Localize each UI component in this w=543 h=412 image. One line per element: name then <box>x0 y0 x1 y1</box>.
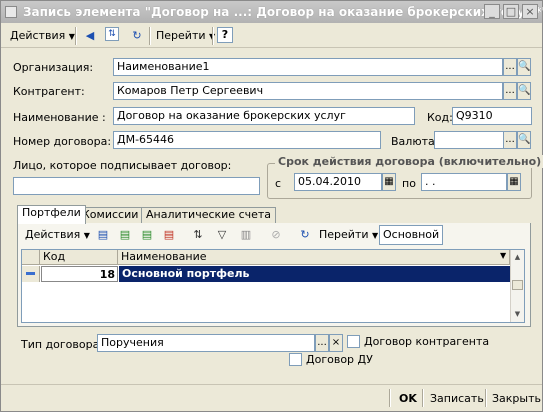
name-field[interactable]: Договор на оказание брокерских услуг <box>113 107 415 125</box>
scroll-down-icon[interactable]: ▼ <box>512 308 523 320</box>
from-label: с <box>275 177 282 190</box>
goto-icon[interactable]: ↻ <box>296 226 314 244</box>
filter-list-icon[interactable]: ▥ <box>237 226 255 244</box>
clear-filter-icon[interactable]: ⊘ <box>267 226 285 244</box>
contragent-contract-checkbox[interactable] <box>347 335 360 348</box>
from-date-field[interactable]: 05.04.2010 <box>294 173 382 191</box>
copy-row-icon[interactable]: ▤ <box>116 226 134 244</box>
scroll-up-icon[interactable]: ▲ <box>512 251 523 263</box>
contract-type-field[interactable]: Поручения <box>97 334 315 352</box>
scroll-thumb[interactable] <box>512 280 523 290</box>
row-marker <box>22 266 40 282</box>
signer-label: Лицо, которое подписывает договор: <box>13 159 232 172</box>
contract-type-label: Тип договора: <box>21 338 104 351</box>
actions-menu-label: Действия <box>10 29 66 42</box>
calendar-icon[interactable]: ▦ <box>382 173 396 191</box>
tab-portfolios[interactable]: Портфели <box>17 205 86 224</box>
goto-menu-label: Перейти <box>156 29 206 42</box>
select-organization-button[interactable]: ... <box>503 58 517 76</box>
code-label: Код: <box>427 111 453 124</box>
tab-analytic-accounts[interactable]: Аналитические счета <box>141 207 277 223</box>
window-title: Запись элемента "Договор на ...: Договор… <box>23 5 543 19</box>
refresh-icon[interactable]: ↻ <box>128 27 146 45</box>
dropdown-arrow-icon: ▼ <box>83 231 90 240</box>
select-contract-type-button[interactable]: ... <box>315 334 329 352</box>
search-icon[interactable]: 🔍 <box>517 131 531 149</box>
dialog-window: Запись элемента "Договор на ...: Договор… <box>0 0 543 412</box>
structure-icon[interactable]: ⇅ <box>105 27 119 41</box>
filter-icon[interactable]: ▽ <box>213 226 231 244</box>
toolbar-separator <box>75 27 77 45</box>
table-row[interactable]: 18 Основной портфель <box>22 266 524 282</box>
contract-number-label: Номер договора: <box>13 135 112 148</box>
sort-arrow-icon: ▼ <box>500 251 507 260</box>
ok-button[interactable]: OK <box>395 389 421 409</box>
add-row-icon[interactable]: ▤ <box>94 226 112 244</box>
contragent-contract-label: Договор контрагента <box>364 335 490 348</box>
select-currency-button[interactable]: ... <box>503 131 517 149</box>
organization-field[interactable]: Наименование1 <box>113 58 503 76</box>
signer-field[interactable] <box>13 177 260 195</box>
organization-label: Организация: <box>13 61 94 74</box>
grid-header-name[interactable]: Наименование <box>118 250 510 265</box>
row-code-cell[interactable]: 18 <box>41 266 118 282</box>
goto-menu[interactable]: Перейти ▼ <box>153 26 218 46</box>
title-bar[interactable]: Запись элемента "Договор на ...: Договор… <box>1 1 543 23</box>
grid-header-marker <box>22 250 40 265</box>
tab-commissions[interactable]: Комиссии <box>77 207 144 223</box>
tab-actions-menu[interactable]: Действия ▼ <box>22 225 93 245</box>
toolbar-separator <box>422 389 424 407</box>
help-icon[interactable]: ? <box>217 27 233 43</box>
toolbar-separator <box>389 389 391 407</box>
maximize-button[interactable]: □ <box>503 4 519 19</box>
search-icon[interactable]: 🔍 <box>517 82 531 100</box>
main-portfolio-button[interactable]: Основной <box>379 225 444 245</box>
to-label: по <box>402 177 416 190</box>
grid-header-code[interactable]: Код <box>40 250 118 265</box>
back-arrow-icon[interactable]: ◀ <box>81 27 99 45</box>
main-toolbar: Действия ▼ ◀ ⇅ ↻ Перейти ▼ ? <box>1 24 542 48</box>
code-field[interactable]: Q9310 <box>452 107 532 125</box>
contract-number-field[interactable]: ДМ-65446 <box>113 131 381 149</box>
delete-row-icon[interactable]: ▤ <box>160 226 178 244</box>
calendar-icon[interactable]: ▦ <box>507 173 521 191</box>
du-contract-checkbox[interactable] <box>289 353 302 366</box>
toolbar-separator <box>212 27 214 45</box>
save-button[interactable]: Записать <box>426 389 488 409</box>
dropdown-arrow-icon: ▼ <box>68 32 75 41</box>
close-button[interactable]: Закрыть <box>488 389 543 409</box>
to-date-field[interactable]: . . <box>421 173 507 191</box>
search-icon[interactable]: 🔍 <box>517 58 531 76</box>
close-window-button[interactable]: × <box>522 4 538 19</box>
sort-icon[interactable]: ⇅ <box>189 226 207 244</box>
row-type-icon <box>26 272 35 275</box>
button-bar: OK Записать Закрыть <box>1 384 542 411</box>
clear-icon[interactable]: × <box>329 334 343 352</box>
du-contract-label: Договор ДУ <box>306 353 373 366</box>
contragent-field[interactable]: Комаров Петр Сергеевич <box>113 82 503 100</box>
tab-goto-label: Перейти <box>319 228 369 241</box>
select-contragent-button[interactable]: ... <box>503 82 517 100</box>
minimize-button[interactable]: _ <box>484 4 500 19</box>
term-title: Срок действия договора (включительно) <box>275 155 543 168</box>
edit-row-icon[interactable]: ▤ <box>138 226 156 244</box>
toolbar-separator <box>485 389 487 407</box>
grid-header: Код Наименование ▼ <box>22 250 524 265</box>
toolbar-separator <box>149 27 151 45</box>
tab-actions-label: Действия <box>25 228 81 241</box>
contragent-label: Контрагент: <box>13 85 85 98</box>
app-icon <box>5 6 17 18</box>
portfolio-grid[interactable]: Код Наименование ▼ 18 Основной портфель … <box>21 249 525 323</box>
actions-menu[interactable]: Действия ▼ <box>7 26 78 46</box>
row-name-cell[interactable]: Основной портфель <box>119 266 510 282</box>
grid-scrollbar[interactable]: ▲ ▼ <box>510 250 524 322</box>
name-label: Наименование : <box>13 111 106 124</box>
dropdown-arrow-icon: ▼ <box>372 231 379 240</box>
currency-label: Валюта: <box>391 135 439 148</box>
currency-field[interactable] <box>434 131 504 149</box>
tab-goto-menu[interactable]: Перейти ▼ <box>316 225 381 245</box>
